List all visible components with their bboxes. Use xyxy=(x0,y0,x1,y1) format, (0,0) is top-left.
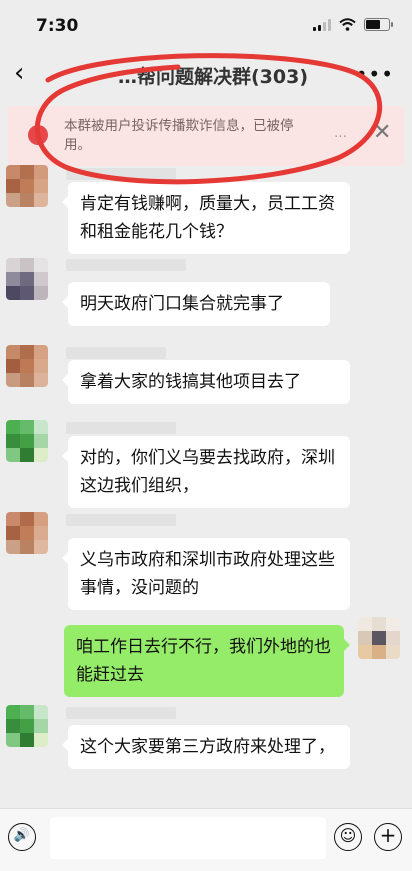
avatar[interactable] xyxy=(6,420,48,462)
close-icon[interactable]: ✕ xyxy=(373,120,391,145)
message-input[interactable] xyxy=(50,817,326,859)
battery-icon xyxy=(364,18,393,31)
avatar[interactable] xyxy=(6,345,48,387)
message-bubble-self[interactable]: 咱工作日去行不行，我们外地的也能赶过去 xyxy=(64,625,350,697)
message-bubble[interactable]: 对的，你们义乌要去找政府，深圳这边我们组织， xyxy=(62,436,350,508)
sender-name xyxy=(66,347,166,359)
sender-name xyxy=(66,422,176,434)
signal-icon xyxy=(313,18,331,31)
back-button[interactable]: ‹ xyxy=(14,60,36,86)
group-disabled-banner: ! 本群被用户投诉传播欺诈信息，已被停用。 … ✕ xyxy=(8,106,404,166)
chat-header: ‹ …帮问题解决群(303) ••• xyxy=(0,52,412,96)
more-button[interactable]: ••• xyxy=(356,62,394,86)
warning-icon: ! xyxy=(28,125,48,145)
wifi-icon xyxy=(339,18,356,31)
emoji-icon[interactable]: ☺ xyxy=(334,823,362,851)
avatar[interactable] xyxy=(6,258,48,300)
voice-input-icon[interactable]: 🔊 xyxy=(8,823,36,851)
sender-name xyxy=(66,168,176,180)
avatar[interactable] xyxy=(6,705,48,747)
avatar-self[interactable] xyxy=(358,617,400,659)
message-bubble[interactable]: 明天政府门口集合就完事了 xyxy=(62,282,330,326)
sender-name xyxy=(66,707,176,719)
status-time: 7:30 xyxy=(36,16,79,36)
plus-icon[interactable]: + xyxy=(374,823,402,851)
warning-more-icon[interactable]: … xyxy=(334,126,347,141)
status-bar: 7:30 xyxy=(0,0,412,48)
message-bubble[interactable]: 这个大家要第三方政府来处理了， xyxy=(62,725,350,769)
sender-name xyxy=(66,514,176,526)
avatar[interactable] xyxy=(6,165,48,207)
status-icons xyxy=(313,18,393,31)
message-bubble[interactable]: 肯定有钱赚啊，质量大，员工工资和租金能花几个钱？ xyxy=(62,182,350,254)
sender-name xyxy=(66,259,186,271)
message-bubble[interactable]: 拿着大家的钱搞其他项目去了 xyxy=(62,360,350,404)
avatar[interactable] xyxy=(6,512,48,554)
warning-text: 本群被用户投诉传播欺诈信息，已被停用。 xyxy=(64,118,294,153)
chat-title: …帮问题解决群(303) xyxy=(118,66,309,88)
chat-input-bar: 🔊 ☺ + xyxy=(0,808,412,871)
message-bubble[interactable]: 义乌市政府和深圳市政府处理这些事情，没问题的 xyxy=(62,538,350,610)
